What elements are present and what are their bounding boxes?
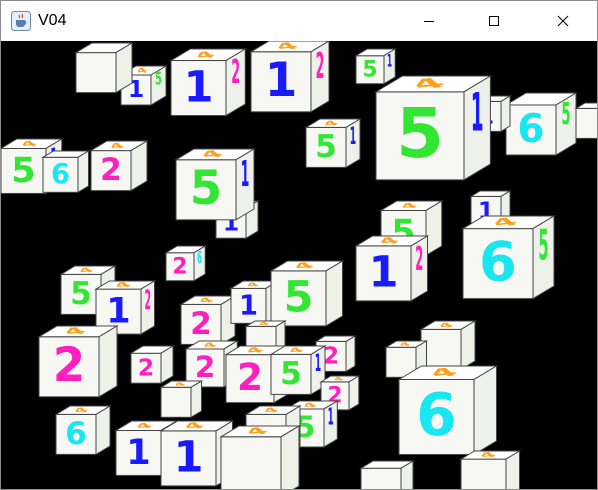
render-canvas[interactable]: 1541241245151465151462426151451415412465…	[1, 41, 597, 489]
die-cube: 64	[54, 405, 112, 456]
die-side-face	[500, 95, 511, 133]
die-front-digit: 5	[284, 273, 314, 323]
die-cube	[74, 42, 134, 94]
die-top-face	[574, 102, 597, 109]
die-side-face	[77, 150, 89, 194]
die-front-digit: 5	[190, 162, 223, 216]
die-side-face	[95, 405, 111, 456]
die-cube	[574, 102, 597, 139]
die-cube: 24	[179, 295, 237, 346]
window-title: V04	[38, 12, 67, 29]
die-cube: 4	[219, 425, 301, 489]
die-cube: 1 24	[169, 48, 248, 117]
die-cube	[359, 460, 415, 489]
die-front-digit: 5	[362, 57, 377, 82]
java-coffee-cup-icon	[11, 11, 31, 31]
die-side-face	[190, 380, 202, 419]
die-side-digit: 5	[538, 222, 548, 270]
die-front-digit: 5	[280, 356, 302, 392]
die-cube: 64	[397, 365, 499, 456]
die-front-face	[160, 386, 192, 418]
die-side-face	[345, 335, 356, 373]
die-cube: 24	[89, 140, 149, 192]
die-front-digit: 1	[174, 433, 204, 483]
die-cube: 1 24	[249, 41, 330, 113]
die-front-face	[360, 467, 402, 489]
close-button[interactable]	[540, 1, 586, 41]
die-front-digit: 5	[70, 276, 92, 312]
die-side-face	[160, 345, 174, 385]
die-side-digit: 1	[471, 83, 484, 144]
die-cube: 6 54	[461, 215, 556, 300]
die-side-digit: 1	[315, 350, 321, 378]
die-side-face	[460, 320, 476, 371]
title-bar[interactable]: V04	[1, 1, 597, 41]
die-side-digit: 2	[316, 46, 325, 87]
die-cube: 514	[269, 345, 327, 396]
die-front-digit: 2	[53, 339, 86, 393]
die-side-face	[473, 365, 497, 456]
die-front-digit: 6	[51, 159, 70, 190]
die-side-face	[425, 200, 443, 257]
die-cube: 24	[37, 325, 119, 398]
die-cube: 514	[304, 118, 362, 169]
die-side-digit: 1	[328, 405, 334, 431]
die-front-digit: 1	[369, 248, 399, 298]
die-front-digit: 2	[172, 254, 187, 279]
die-front-face	[575, 107, 597, 139]
die-side-face	[348, 375, 360, 411]
die-side-face	[325, 260, 343, 327]
die-front-digit: 5	[396, 94, 444, 174]
die-cube: 4	[159, 380, 204, 419]
die-side-face	[98, 325, 118, 398]
die-front-digit: 5	[11, 150, 35, 191]
die-front-digit: 1	[126, 432, 150, 473]
die-cube: 1 24	[354, 235, 430, 302]
dice-scene: 1541241245151465151462426151451415412465…	[1, 41, 597, 489]
die-front-digit: 6	[479, 229, 517, 293]
die-front-face	[460, 458, 507, 489]
die-cube: 4	[459, 450, 522, 489]
die-front-face	[220, 436, 282, 489]
die-front-digit: 6	[65, 416, 87, 452]
die-cube: 514	[174, 148, 256, 221]
die-cube: 4	[419, 320, 477, 371]
close-icon	[557, 15, 569, 27]
die-front-digit: 2	[100, 152, 122, 188]
die-cube: 26	[164, 245, 208, 282]
die-cube: 2	[129, 345, 175, 385]
die-side-digit: 2	[231, 53, 240, 91]
maximize-button[interactable]	[471, 1, 517, 41]
die-side-digit: 2	[415, 239, 423, 278]
die-side-digit: 1	[350, 123, 356, 151]
die-cube: 514	[374, 75, 493, 181]
die-side-digit: 2	[144, 284, 151, 316]
die-front-digit: 2	[138, 353, 154, 381]
minimize-button[interactable]	[406, 1, 452, 41]
die-front-digit: 6	[517, 107, 544, 152]
die-front-digit: 1	[184, 62, 214, 112]
minimize-icon	[424, 21, 434, 22]
die-side-digit: 5	[155, 70, 162, 90]
die-cube: 65	[504, 92, 578, 156]
die-side-face	[280, 425, 300, 489]
die-front-face	[75, 52, 117, 94]
die-cube: 51	[354, 48, 398, 85]
die-front-digit: 1	[239, 290, 258, 321]
die-side-digit: 5	[561, 97, 570, 132]
die-side-digit: 1	[241, 154, 250, 195]
application-window: V04 154124124515146515146242615145141541…	[0, 0, 598, 490]
die-cube: 54	[269, 260, 345, 327]
die-side-digit: 1	[387, 52, 392, 71]
die-front-digit: 1	[265, 54, 298, 108]
die-side-digit: 6	[197, 249, 202, 268]
maximize-icon	[489, 16, 499, 26]
die-front-digit: 5	[315, 129, 337, 165]
die-front-digit: 2	[190, 306, 212, 342]
die-front-digit: 6	[416, 381, 457, 449]
die-front-digit: 2	[237, 355, 263, 399]
die-front-digit: 2	[195, 349, 216, 384]
die-cube: 6	[41, 150, 91, 194]
die-front-digit: 1	[106, 290, 130, 331]
